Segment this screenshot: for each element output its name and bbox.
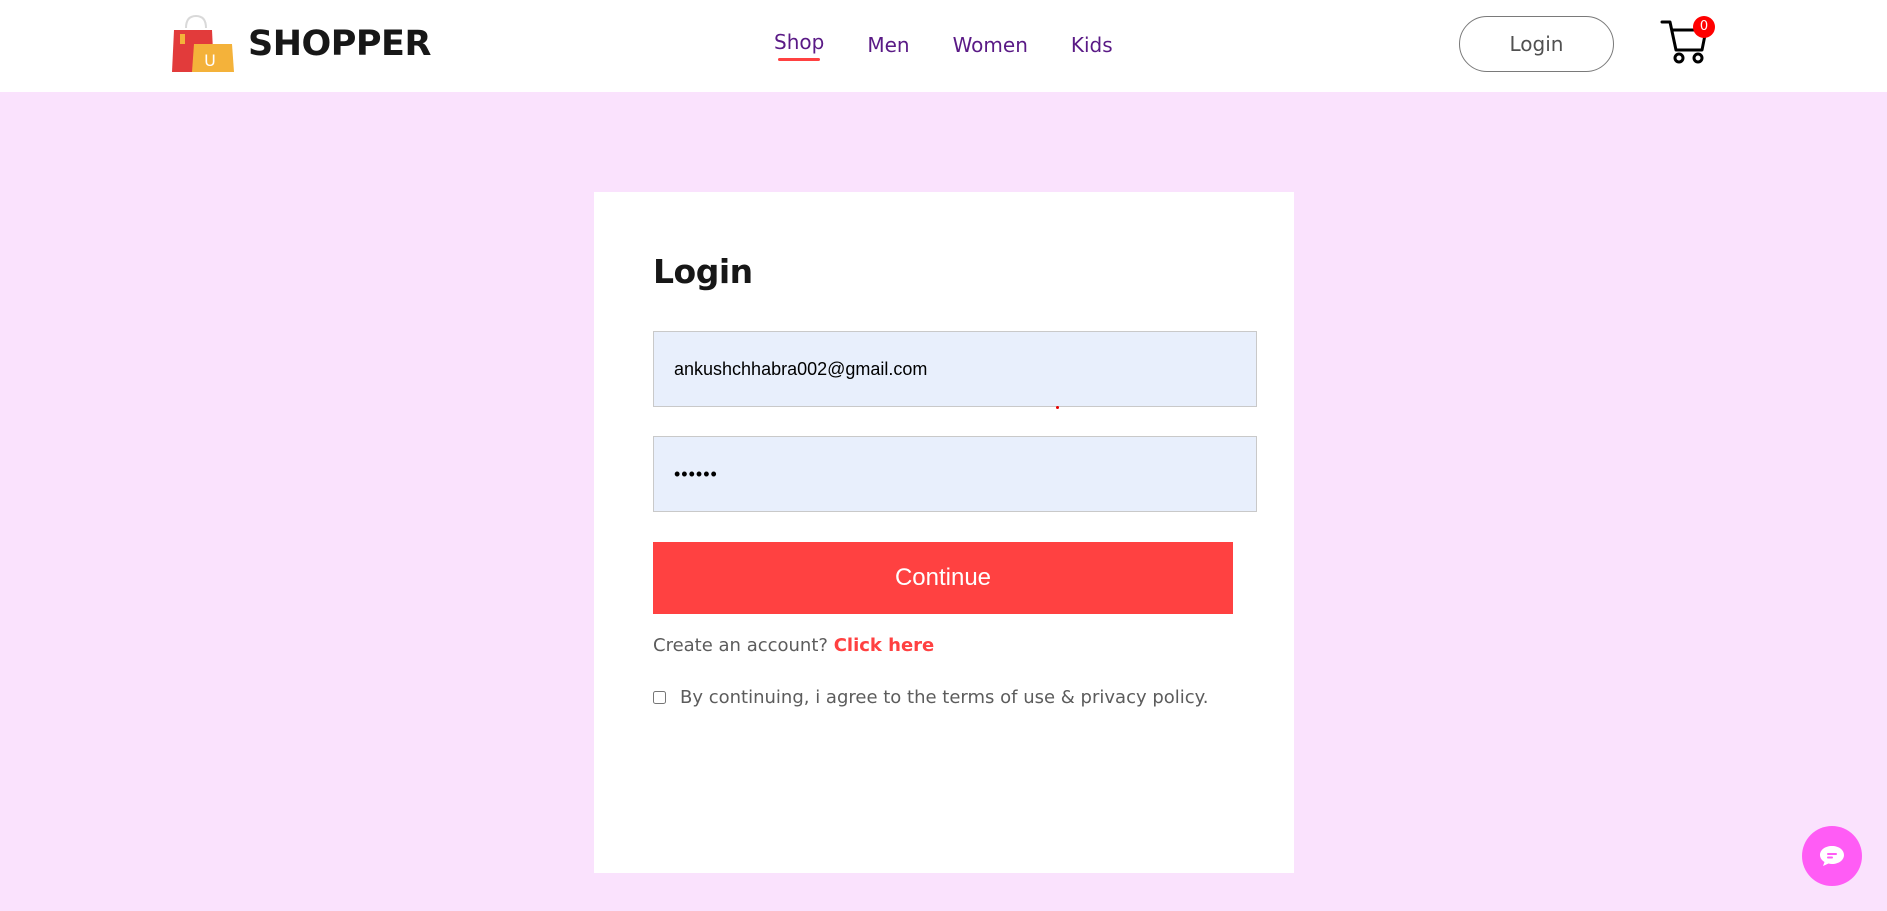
continue-button[interactable]: Continue [653,542,1233,614]
cursor-dot [1056,406,1059,409]
password-field[interactable] [653,436,1257,512]
nav-menu: Shop Men Women Kids [774,28,1156,68]
brand-name: SHOPPER [248,24,431,64]
terms-text: By continuing, i agree to the terms of u… [680,687,1209,708]
chat-bubble-icon [1820,846,1844,866]
login-card: Login Continue Create an account? Click … [594,192,1294,873]
nav-item-label: Women [952,33,1028,57]
shopping-bag-icon: U [172,14,234,72]
page-title: Login [653,252,753,291]
nav-item-label: Shop [774,30,825,54]
nav-item-women[interactable]: Women [953,28,1028,68]
nav-item-label: Men [867,33,910,57]
nav-item-shop[interactable]: Shop [774,28,824,68]
nav-item-kids[interactable]: Kids [1071,28,1113,68]
nav-item-men[interactable]: Men [867,28,909,68]
header-login-button[interactable]: Login [1459,16,1614,72]
signup-link[interactable]: Click here [834,635,935,656]
cart-count-badge: 0 [1693,16,1715,38]
signup-prompt-text: Create an account? [653,635,828,656]
navbar: U SHOPPER Shop Men Women Kids Login 0 [0,0,1887,92]
logo-letter: U [204,51,216,70]
active-indicator [778,58,821,61]
chat-button[interactable] [1802,826,1862,886]
terms-agreement: By continuing, i agree to the terms of u… [653,687,1209,708]
terms-checkbox[interactable] [653,691,666,704]
email-field[interactable] [653,331,1257,407]
signup-prompt: Create an account? Click here [653,635,934,656]
nav-item-label: Kids [1070,33,1113,57]
brand-logo[interactable]: U SHOPPER [172,14,431,74]
